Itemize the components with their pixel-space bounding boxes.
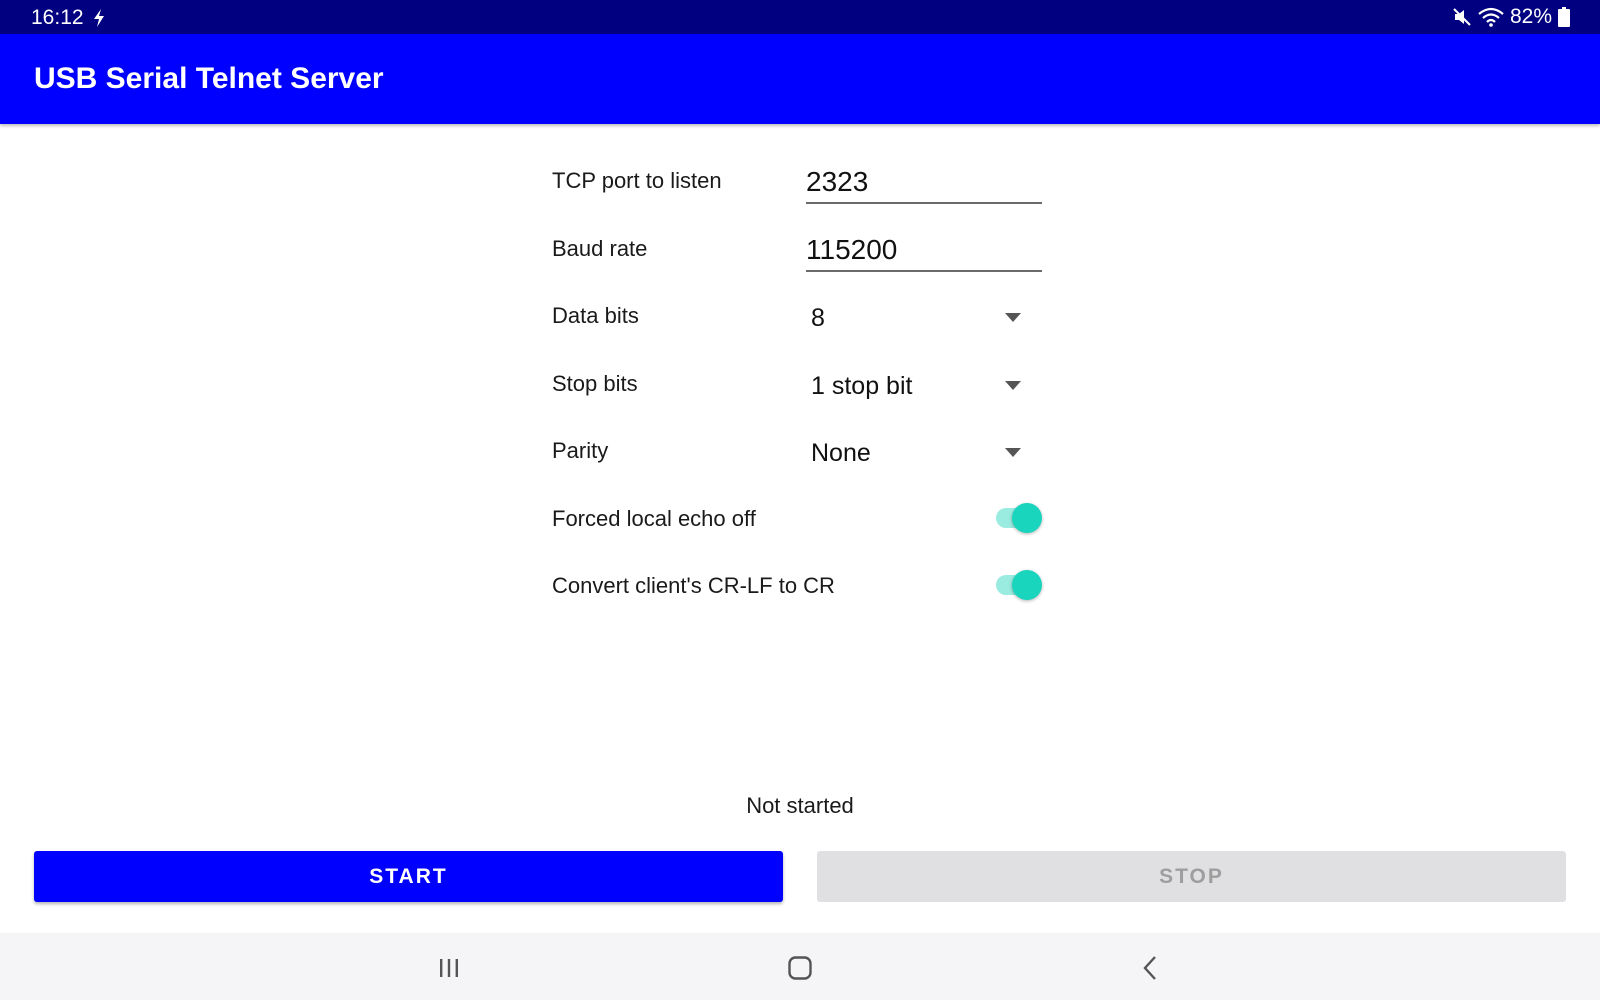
battery-percent: 82% <box>1509 5 1552 28</box>
dropdown-arrow-icon <box>1005 381 1021 390</box>
recent-apps-icon[interactable] <box>435 954 463 982</box>
tcp-port-value: 2323 <box>806 166 869 197</box>
data-bits-value: 8 <box>811 304 825 332</box>
local-echo-label: Forced local echo off <box>552 506 756 531</box>
parity-value: None <box>811 439 871 467</box>
status-time: 16:12 <box>31 6 84 29</box>
data-bits-label: Data bits <box>552 303 639 328</box>
local-echo-switch[interactable] <box>996 502 1044 534</box>
charging-icon <box>94 9 104 27</box>
baud-rate-input[interactable]: 115200 <box>806 230 1042 272</box>
parity-label: Parity <box>552 438 609 463</box>
tcp-port-input[interactable]: 2323 <box>806 162 1042 204</box>
data-bits-dropdown[interactable]: 8 <box>806 298 1042 338</box>
home-icon[interactable] <box>786 954 814 982</box>
switch-thumb <box>1012 503 1042 533</box>
stop-bits-value: 1 stop bit <box>811 372 913 400</box>
status-bar: 16:12 82% <box>0 0 1600 34</box>
app-title: USB Serial Telnet Server <box>34 62 384 95</box>
start-button[interactable]: START <box>34 851 783 902</box>
stop-bits-label: Stop bits <box>552 371 638 396</box>
mute-icon <box>1453 8 1471 26</box>
stop-bits-dropdown[interactable]: 1 stop bit <box>806 366 1042 406</box>
dropdown-arrow-icon <box>1005 448 1021 457</box>
dropdown-arrow-icon <box>1005 313 1021 322</box>
navigation-bar <box>0 933 1600 1000</box>
status-icons: 82% <box>1452 5 1570 29</box>
parity-dropdown[interactable]: None <box>806 433 1042 473</box>
tcp-port-label: TCP port to listen <box>552 168 722 193</box>
back-icon[interactable] <box>1137 954 1165 982</box>
crlf-label: Convert client's CR-LF to CR <box>552 573 835 598</box>
wifi-icon <box>1478 7 1504 27</box>
baud-rate-label: Baud rate <box>552 236 648 261</box>
crlf-switch[interactable] <box>996 569 1044 601</box>
battery-icon <box>1558 7 1570 27</box>
server-status-text: Not started <box>746 793 854 818</box>
baud-rate-value: 115200 <box>806 234 898 265</box>
app-bar: USB Serial Telnet Server <box>0 34 1600 124</box>
switch-thumb <box>1012 570 1042 600</box>
stop-button[interactable]: STOP <box>817 851 1566 902</box>
